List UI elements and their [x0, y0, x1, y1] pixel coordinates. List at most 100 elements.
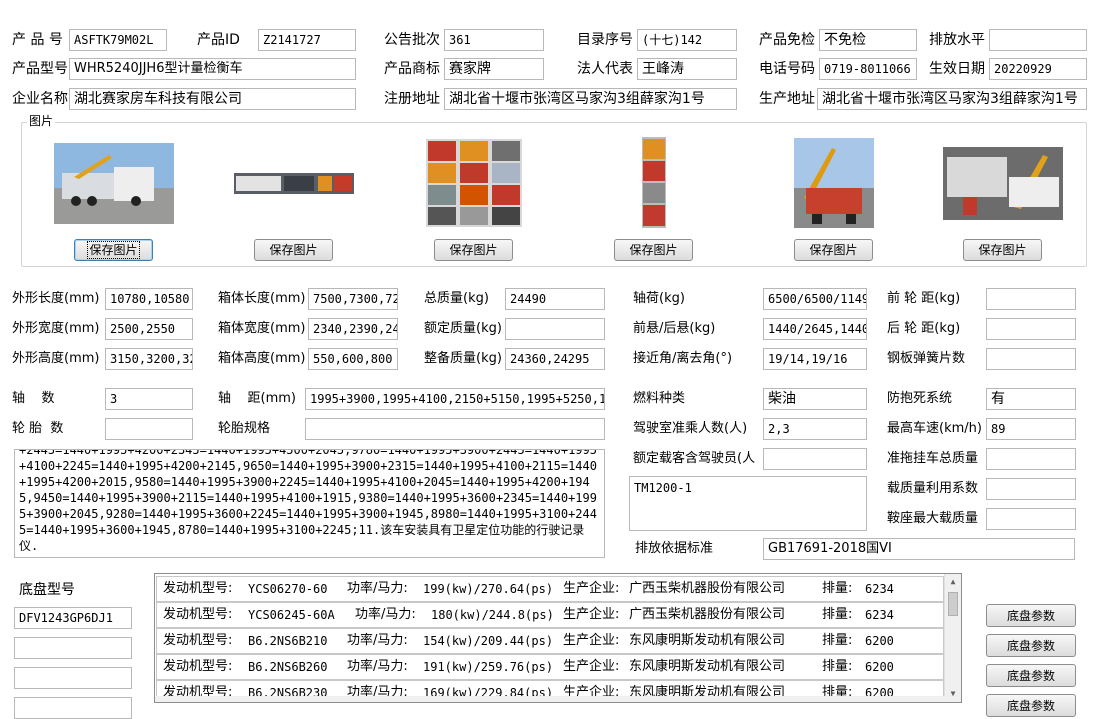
tires-field[interactable]	[105, 418, 193, 440]
abs-field[interactable]: 有	[986, 388, 1076, 410]
product-no-field[interactable]: ASFTK79M02L	[69, 29, 167, 51]
company-field[interactable]: 湖北赛家房车科技有限公司	[69, 88, 356, 110]
curb-field[interactable]: 24360,24295	[505, 348, 605, 370]
chassis-model-field-4[interactable]	[14, 697, 132, 719]
exempt-field[interactable]: 不免检	[819, 29, 917, 51]
fuel-field[interactable]: 柴油	[763, 388, 867, 410]
chassis-model-field-3[interactable]	[14, 667, 132, 689]
catalog-field[interactable]: (十七)142	[637, 29, 737, 51]
batch-field[interactable]: 361	[444, 29, 544, 51]
rear-track-field[interactable]	[986, 318, 1076, 340]
save-image-button-1[interactable]: 保存图片	[74, 239, 153, 261]
effective-field[interactable]: 20220929	[989, 58, 1087, 80]
chassis-model-field-1[interactable]: DFV1243GP6DJ1	[14, 607, 132, 629]
engine-disp: 6234	[865, 582, 894, 596]
save-image-button-6[interactable]: 保存图片	[963, 239, 1042, 261]
chassis-params-button-1[interactable]: 底盘参数	[986, 604, 1076, 627]
engine-maker-label: 生产企业:	[563, 607, 620, 622]
wheelbase-field[interactable]: 1995+3900,1995+4100,2150+5150,1995+5250,…	[305, 388, 605, 410]
save-image-button-4[interactable]: 保存图片	[614, 239, 693, 261]
engine-maker: 广西玉柴机器股份有限公司	[629, 607, 786, 622]
engine-power: 191(kw)/259.76(ps)	[423, 660, 554, 674]
box-wid-field[interactable]: 2340,2390,24	[308, 318, 398, 340]
engine-maker: 东风康明斯发动机有限公司	[629, 659, 786, 674]
ext-hgt-field[interactable]: 3150,3200,32	[105, 348, 193, 370]
emission-std-field[interactable]: GB17691-2018国VI	[763, 538, 1075, 560]
model-field[interactable]: WHR5240JJH6型计量检衡车	[69, 58, 356, 80]
max-speed-field[interactable]: 89	[986, 418, 1076, 440]
engine-maker-label: 生产企业:	[563, 659, 620, 674]
saddle-field[interactable]	[986, 508, 1076, 530]
engine-disp: 6200	[865, 634, 894, 648]
engine-row[interactable]: 发动机型号: YCS06245-60A 功率/马力: 180(kw)/244.8…	[156, 602, 944, 628]
scroll-up-arrow-icon[interactable]: ▲	[945, 574, 961, 590]
chassis-params-button-2[interactable]: 底盘参数	[986, 634, 1076, 657]
brand-field[interactable]: 赛家牌	[444, 58, 544, 80]
engine-list[interactable]: 发动机型号: YCS06270-60 功率/马力: 199(kw)/270.64…	[154, 573, 962, 703]
chassis-params-button-3[interactable]: 底盘参数	[986, 664, 1076, 687]
overhang-field[interactable]: 1440/2645,1440	[763, 318, 867, 340]
engine-model: YCS06270-60	[248, 582, 328, 596]
gross-field[interactable]: 24490	[505, 288, 605, 310]
box-hgt-field[interactable]: 550,600,800	[308, 348, 398, 370]
engine-maker-label: 生产企业:	[563, 581, 620, 596]
engine-disp: 6200	[865, 660, 894, 674]
save-image-button-5[interactable]: 保存图片	[794, 239, 873, 261]
engine-power-label: 功率/马力:	[347, 633, 408, 648]
load-util-field[interactable]	[986, 478, 1076, 500]
engine-row[interactable]: 发动机型号: B6.2NS6B260 功率/马力: 191(kw)/259.76…	[156, 654, 944, 680]
engine-model-label: 发动机型号:	[163, 581, 233, 596]
reg-addr-label: 注册地址	[384, 91, 440, 107]
engine-row[interactable]: 发动机型号: YCS06270-60 功率/马力: 199(kw)/270.64…	[156, 576, 944, 602]
angle-label: 接近角/离去角(°)	[633, 351, 733, 366]
axle-load-field[interactable]: 6500/6500/1149	[763, 288, 867, 310]
rated-pass-label: 额定载客含驾驶员(人	[633, 451, 756, 466]
reg-addr-field[interactable]: 湖北省十堰市张湾区马家沟3组薛家沟1号	[444, 88, 737, 110]
scroll-thumb[interactable]	[948, 592, 958, 616]
angle-field[interactable]: 19/14,19/16	[763, 348, 867, 370]
wheelbase-label: 轴 距(mm)	[218, 391, 297, 406]
box-len-field[interactable]: 7500,7300,72	[308, 288, 398, 310]
engine-list-scrollbar[interactable]: ▲ ▼	[944, 574, 961, 702]
engine-disp-label: 排量:	[822, 607, 853, 622]
ext-wid-field[interactable]: 2500,2550	[105, 318, 193, 340]
model-label: 产品型号	[12, 61, 68, 77]
axles-field[interactable]: 3	[105, 388, 193, 410]
images-group-title: 图片	[27, 113, 56, 129]
rated-field[interactable]	[505, 318, 605, 340]
vehicle-photo-4	[642, 137, 666, 228]
vehicle-photo-1	[54, 143, 174, 224]
axle-load-label: 轴荷(kg)	[633, 291, 685, 306]
engine-maker-label: 生产企业:	[563, 633, 620, 648]
front-track-field[interactable]	[986, 288, 1076, 310]
prod-addr-field[interactable]: 湖北省十堰市张湾区马家沟3组薛家沟1号	[817, 88, 1087, 110]
product-no-label: 产 品 号	[12, 32, 63, 48]
remarks-textarea[interactable]: +2445=1440+1995+4200+2345=1440+1995+4500…	[14, 449, 605, 558]
chassis-model-field-2[interactable]	[14, 637, 132, 659]
ext-hgt-label: 外形高度(mm)	[12, 351, 100, 366]
batch-label: 公告批次	[384, 32, 440, 48]
trailer-field[interactable]	[986, 448, 1076, 470]
scroll-down-arrow-icon[interactable]: ▼	[945, 686, 961, 702]
save-image-button-3[interactable]: 保存图片	[434, 239, 513, 261]
legal-field[interactable]: 王峰涛	[637, 58, 737, 80]
rated-label: 额定质量(kg)	[424, 321, 502, 336]
overhang-label: 前悬/后悬(kg)	[633, 321, 716, 336]
emission-field[interactable]	[989, 29, 1087, 51]
engine-list-hscrollbar[interactable]	[155, 696, 945, 702]
catalog-label: 目录序号	[577, 32, 633, 48]
engine-model-label: 发动机型号:	[163, 607, 233, 622]
rated-pass-field[interactable]	[763, 448, 867, 470]
other-memo-field[interactable]: TM1200-1	[629, 476, 867, 531]
save-image-button-2[interactable]: 保存图片	[254, 239, 333, 261]
tire-spec-field[interactable]	[305, 418, 605, 440]
engine-row[interactable]: 发动机型号: B6.2NS6B210 功率/马力: 154(kw)/209.44…	[156, 628, 944, 654]
spring-field[interactable]	[986, 348, 1076, 370]
cab-field[interactable]: 2,3	[763, 418, 867, 440]
chassis-label: 底盘型号	[19, 582, 75, 598]
product-id-field[interactable]: Z2141727	[258, 29, 356, 51]
chassis-params-button-4[interactable]: 底盘参数	[986, 694, 1076, 717]
ext-len-field[interactable]: 10780,10580,	[105, 288, 193, 310]
phone-field[interactable]: 0719-8011066	[819, 58, 917, 80]
saddle-label: 鞍座最大载质量	[887, 511, 979, 526]
